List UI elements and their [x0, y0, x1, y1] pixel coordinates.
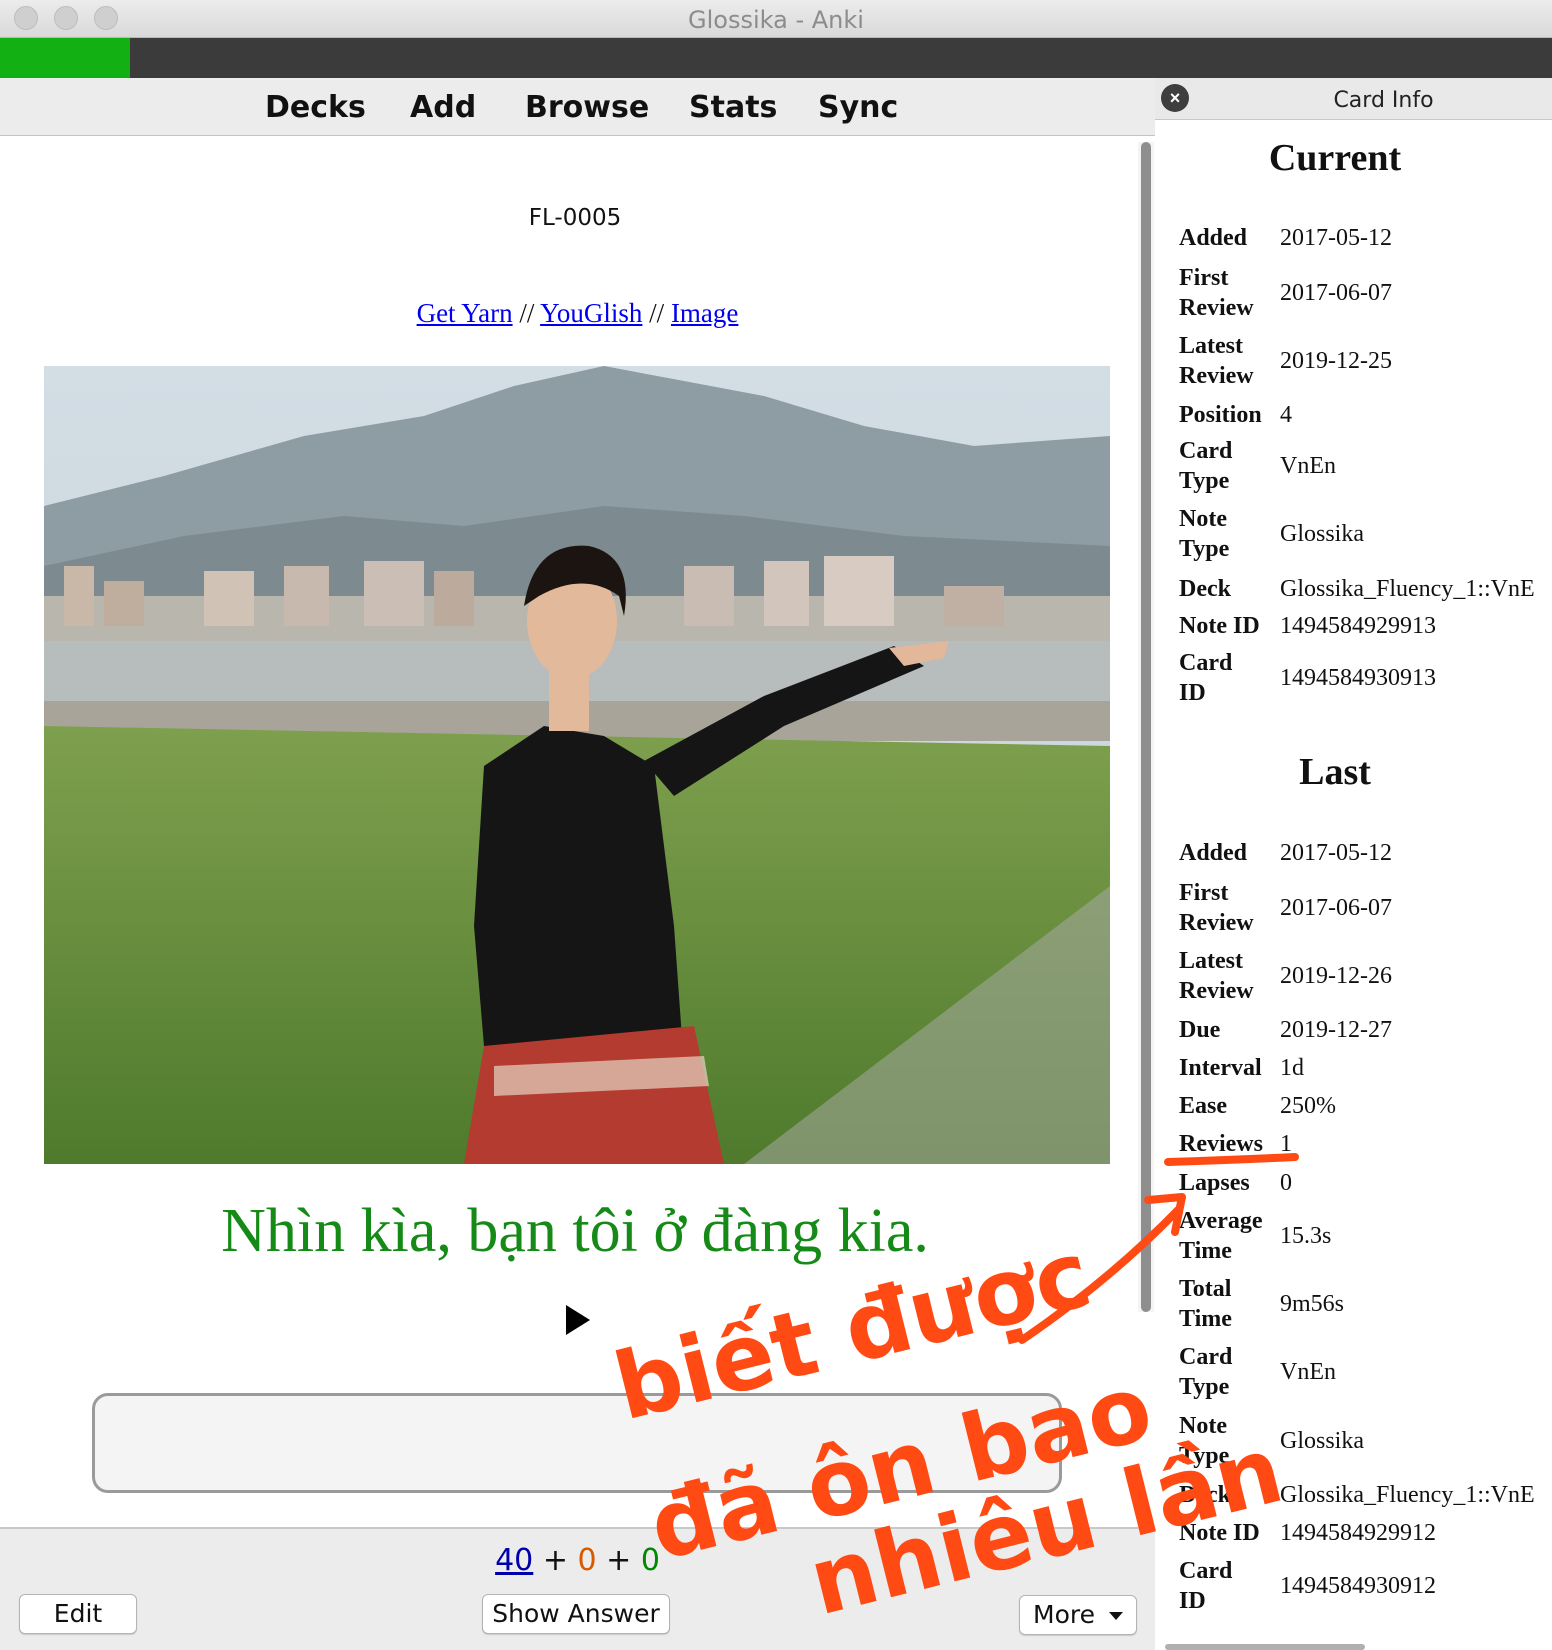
card-sort-field: FL-0005	[528, 205, 622, 231]
count-separator: +	[533, 1543, 578, 1578]
info-row-value: 2019-12-26	[1280, 963, 1392, 989]
info-row-value: 1494584929912	[1280, 1520, 1436, 1546]
info-row-value: 1494584930912	[1280, 1573, 1436, 1599]
info-row-label: Added	[1179, 225, 1248, 251]
info-row-value: 1494584930913	[1280, 665, 1436, 691]
info-row-label: Note ID	[1179, 1520, 1260, 1546]
card-info-title: Card Info	[1333, 88, 1434, 113]
info-row-value: VnEn	[1280, 453, 1336, 479]
play-audio-icon[interactable]	[566, 1305, 590, 1335]
more-button[interactable]: More	[1019, 1595, 1137, 1635]
toolbar-sync[interactable]: Sync	[818, 90, 898, 125]
image-link[interactable]: Image	[671, 298, 738, 328]
info-row-label: Note Type	[1179, 1413, 1230, 1469]
main-toolbar: Decks Add Browse Stats Sync	[0, 78, 1155, 136]
info-row-value: 2017-06-07	[1280, 280, 1392, 306]
info-row-label: Added	[1179, 840, 1248, 866]
show-answer-button[interactable]: Show Answer	[482, 1594, 670, 1634]
review-progress-bar	[0, 38, 1552, 78]
info-row-label: Deck	[1179, 1482, 1231, 1508]
card-sentence: Nhìn kìa, bạn tôi ở đàng kia.	[221, 1197, 929, 1265]
link-separator: //	[642, 298, 671, 328]
review-progress-fill	[0, 38, 131, 78]
info-row-label: Card Type	[1179, 1344, 1233, 1400]
info-row-value: 2017-05-12	[1280, 225, 1392, 251]
info-row-value: Glossika	[1280, 1428, 1364, 1454]
card-links: Get Yarn // YouGlish // Image	[0, 298, 1155, 329]
info-row-value: Glossika_Fluency_1::VnE	[1280, 1482, 1535, 1508]
info-row-value: 15.3s	[1280, 1223, 1332, 1249]
card-scrollbar-thumb[interactable]	[1141, 142, 1151, 1312]
new-count: 40	[495, 1543, 534, 1578]
toolbar-decks[interactable]: Decks	[265, 90, 366, 125]
info-row-label: Total Time	[1179, 1276, 1232, 1332]
info-row-label: Card Type	[1179, 438, 1233, 494]
type-answer-box[interactable]	[92, 1393, 1062, 1493]
info-row-label: First Review	[1179, 880, 1254, 936]
review-count: 0	[640, 1543, 660, 1578]
count-separator: +	[596, 1543, 641, 1578]
info-row-label: Card ID	[1179, 1558, 1233, 1614]
info-row-value: 1494584929913	[1280, 613, 1436, 639]
window-title: Glossika - Anki	[688, 6, 864, 34]
info-row-value: 2019-12-27	[1280, 1017, 1392, 1043]
panel-horizontal-scrollbar[interactable]	[1165, 1644, 1365, 1650]
info-row-label: Latest Review	[1179, 333, 1254, 389]
info-row-label: Reviews	[1179, 1131, 1263, 1157]
close-icon[interactable]: ×	[1161, 84, 1189, 112]
info-row-value: 2017-05-12	[1280, 840, 1392, 866]
info-row-value: 250%	[1280, 1093, 1336, 1119]
toolbar-stats[interactable]: Stats	[689, 90, 777, 125]
current-section-title: Current	[1268, 137, 1402, 179]
link-separator: //	[512, 298, 541, 328]
edit-button[interactable]: Edit	[19, 1594, 137, 1634]
info-row-value: VnEn	[1280, 1359, 1336, 1385]
info-row-label: Deck	[1179, 576, 1231, 602]
info-row-value: Glossika	[1280, 521, 1364, 547]
caret-down-icon	[1108, 1612, 1123, 1620]
info-row-label: Card ID	[1179, 650, 1233, 706]
window-titlebar: Glossika - Anki	[0, 0, 1552, 38]
info-row-label: Interval	[1179, 1055, 1262, 1081]
info-row-label: Position	[1179, 402, 1262, 428]
card-image	[44, 366, 1110, 1164]
toolbar-browse[interactable]: Browse	[525, 90, 649, 125]
photo-illustration	[44, 366, 1110, 1164]
get-yarn-link[interactable]: Get Yarn	[417, 298, 513, 328]
info-row-label: Note ID	[1179, 613, 1260, 639]
info-row-value: 9m56s	[1280, 1291, 1345, 1317]
info-row-label: Average Time	[1179, 1208, 1263, 1264]
info-row-value: Glossika_Fluency_1::VnE	[1280, 576, 1535, 602]
info-row-value: 1d	[1280, 1055, 1304, 1081]
last-section-title: Last	[1299, 751, 1371, 793]
learning-count: 0	[577, 1543, 597, 1578]
info-row-label: Lapses	[1179, 1170, 1250, 1196]
more-button-label: More	[1033, 1600, 1096, 1629]
due-counts: 40 + 0 + 0	[0, 1543, 1155, 1578]
info-row-value: 0	[1280, 1170, 1292, 1196]
info-row-label: Note Type	[1179, 506, 1230, 562]
toolbar-add[interactable]: Add	[410, 90, 476, 125]
card-info-header: × Card Info	[1155, 78, 1552, 120]
info-row-value: 1	[1280, 1131, 1292, 1157]
info-row-label: Latest Review	[1179, 948, 1254, 1004]
card-info-panel: × Card Info Current Added 2017-05-12 First…	[1155, 78, 1552, 1650]
youglish-link[interactable]: YouGlish	[540, 298, 642, 328]
info-row-label: Ease	[1179, 1093, 1227, 1119]
info-row-value: 2019-12-25	[1280, 348, 1392, 374]
card-scrollbar[interactable]	[1138, 142, 1154, 1312]
info-row-label: Due	[1179, 1017, 1221, 1043]
info-row-label: First Review	[1179, 265, 1254, 321]
info-row-value: 2017-06-07	[1280, 895, 1392, 921]
info-row-value: 4	[1280, 402, 1292, 428]
